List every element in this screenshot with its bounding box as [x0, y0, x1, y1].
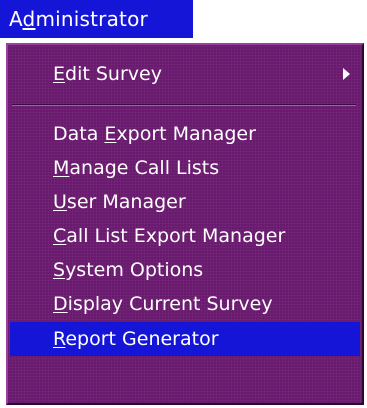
mnemonic: M	[53, 157, 70, 179]
label-rest: anage Call Lists	[69, 157, 220, 179]
label-rest: xport Manager	[116, 123, 256, 145]
label-prefix: Data	[53, 123, 105, 145]
mnemonic: C	[53, 225, 67, 247]
mnemonic: E	[53, 63, 66, 85]
menu-item-edit-survey-label: Edit Survey	[53, 63, 162, 85]
administrator-dropdown-menu: Edit Survey Data Export Manager Manage C…	[6, 43, 364, 405]
menu-item-report-generator[interactable]: Report Generator	[10, 322, 360, 356]
menubar-title-suffix: ministrator	[35, 7, 148, 31]
menu-item-display-current-survey-label: Display Current Survey	[53, 293, 273, 315]
label-rest: all List Export Manager	[66, 225, 286, 247]
menubar-title-mnemonic: d	[22, 7, 36, 31]
mnemonic: D	[53, 293, 68, 315]
menu-item-data-export-manager-label: Data Export Manager	[53, 123, 256, 145]
menu-item-system-options-label: System Options	[53, 259, 203, 281]
menu-item-display-current-survey[interactable]: Display Current Survey	[10, 287, 360, 321]
menu-item-data-export-manager[interactable]: Data Export Manager	[10, 117, 360, 151]
mnemonic: R	[53, 328, 66, 350]
menu-screenshot: Administrator Edit Survey Data Export Ma…	[0, 0, 367, 408]
menu-item-call-list-export-manager[interactable]: Call List Export Manager	[10, 219, 360, 253]
chevron-right-icon	[343, 68, 350, 80]
menu-item-user-manager-label: User Manager	[53, 191, 186, 213]
menu-item-user-manager[interactable]: User Manager	[10, 185, 360, 219]
menubar-administrator[interactable]: Administrator	[0, 0, 193, 38]
menubar-title-prefix: A	[9, 7, 23, 31]
label-rest: dit Survey	[65, 63, 162, 85]
menu-item-manage-call-lists-label: Manage Call Lists	[53, 157, 219, 179]
menu-item-manage-call-lists[interactable]: Manage Call Lists	[10, 151, 360, 185]
mnemonic: S	[53, 259, 66, 281]
menu-item-report-generator-label: Report Generator	[53, 328, 219, 350]
label-rest: isplay Current Survey	[67, 293, 273, 315]
mnemonic: E	[104, 123, 117, 145]
label-rest: eport Generator	[65, 328, 219, 350]
label-rest: ystem Options	[65, 259, 204, 281]
mnemonic: U	[53, 191, 67, 213]
menu-item-edit-survey[interactable]: Edit Survey	[10, 57, 360, 91]
label-rest: ser Manager	[66, 191, 186, 213]
menu-item-call-list-export-manager-label: Call List Export Manager	[53, 225, 285, 247]
menu-item-system-options[interactable]: System Options	[10, 253, 360, 287]
menu-separator	[12, 104, 356, 106]
